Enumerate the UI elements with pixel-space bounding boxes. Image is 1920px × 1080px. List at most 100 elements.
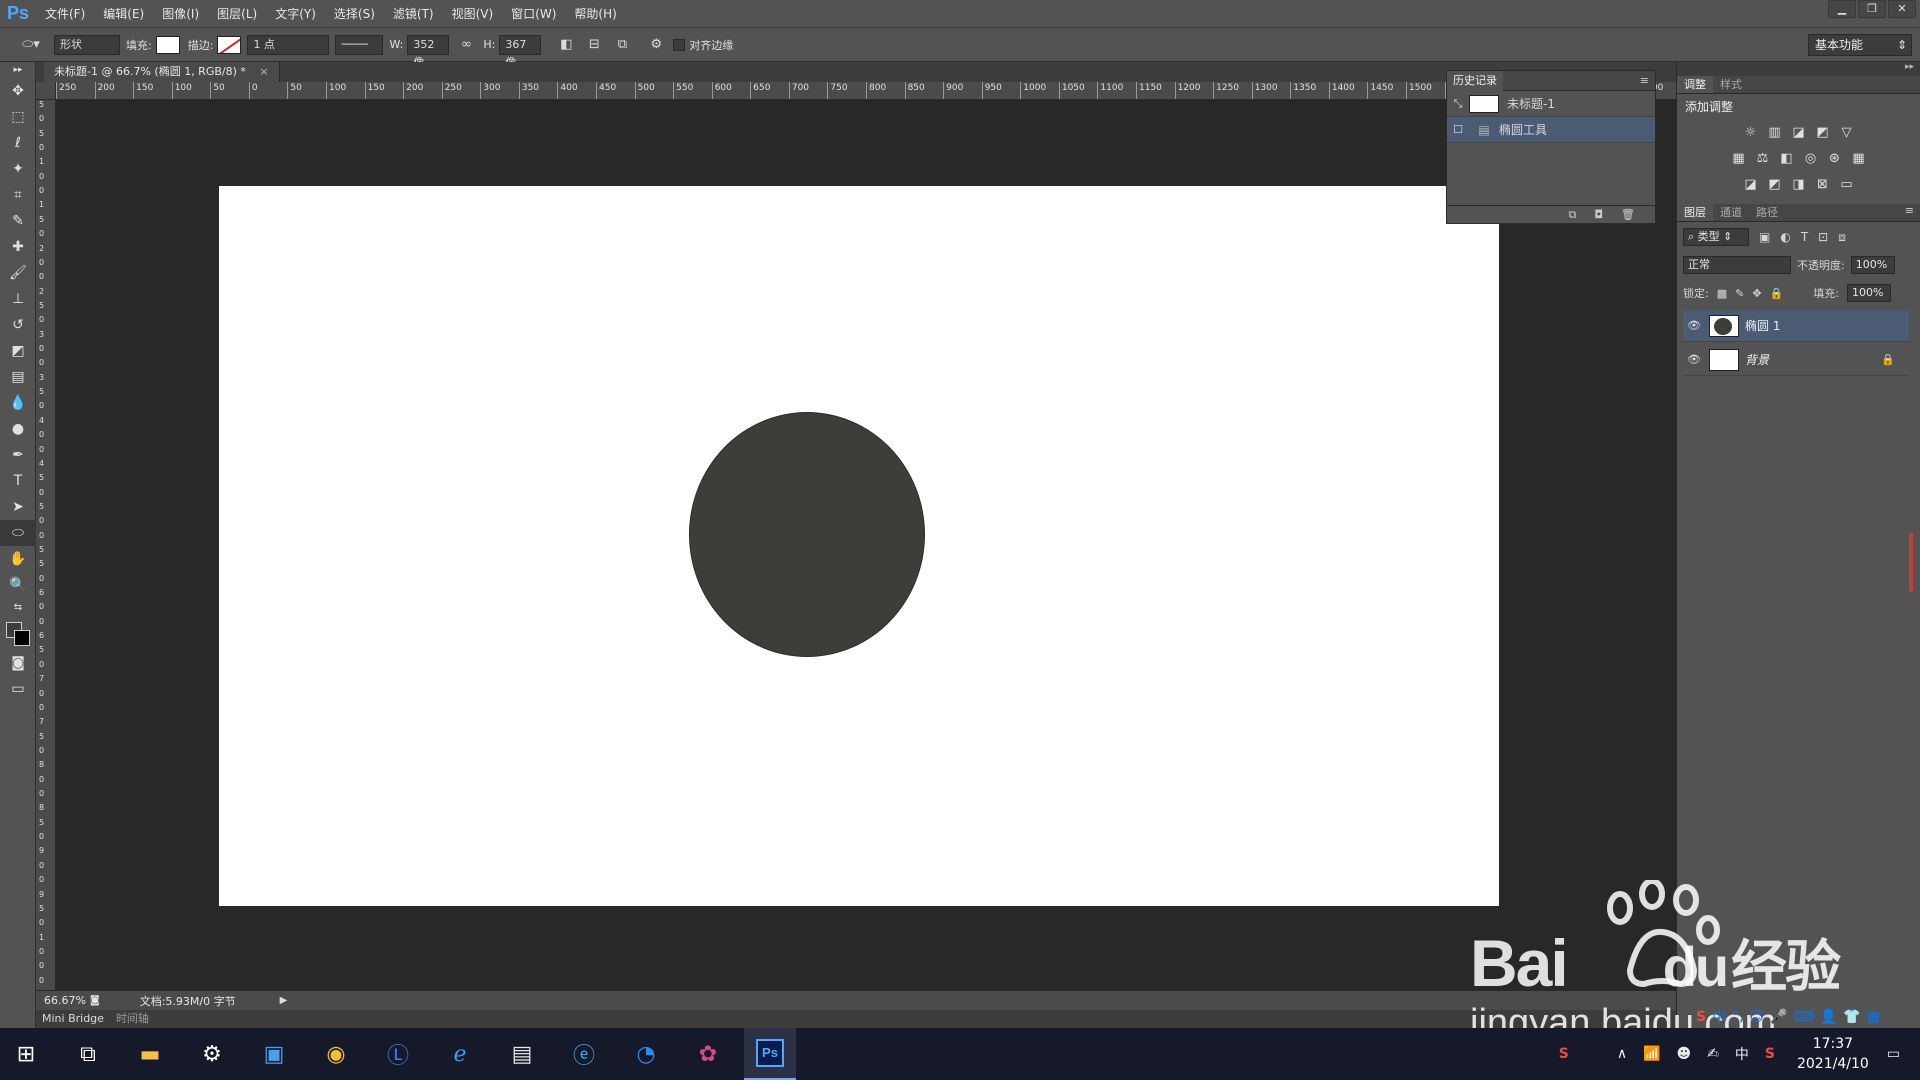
tab-timeline[interactable]: 时间轴	[110, 1010, 155, 1028]
eraser-tool-icon[interactable]: ◩	[0, 338, 36, 364]
align-edges-checkbox[interactable]	[673, 38, 686, 51]
tab-mini-bridge[interactable]: Mini Bridge	[36, 1010, 110, 1028]
filter-shape-icon[interactable]: ⊡	[1818, 230, 1828, 244]
filter-type-icon[interactable]: T	[1801, 230, 1808, 244]
clock[interactable]: 17:37 2021/4/10	[1797, 1034, 1869, 1074]
sogou-input-icon[interactable]: S	[1765, 1046, 1775, 1062]
l-app-icon[interactable]: Ⓛ	[372, 1028, 424, 1080]
pen-icon[interactable]: ✍	[1707, 1046, 1719, 1062]
chrome-icon[interactable]: ◉	[310, 1028, 362, 1080]
menu-select[interactable]: 选择(S)	[325, 0, 384, 28]
tab-styles[interactable]: 样式	[1713, 76, 1749, 93]
layer-filter-select[interactable]: ⌕ 类型 ⇕	[1683, 228, 1749, 246]
ellipse-tool-preset-icon[interactable]: ⬭▾	[14, 34, 48, 56]
opacity-input[interactable]: 100%	[1850, 256, 1895, 274]
tab-layers[interactable]: 图层	[1677, 204, 1713, 221]
close-icon[interactable]: ×	[259, 65, 268, 78]
store-icon[interactable]: ▤	[496, 1028, 548, 1080]
levels-icon[interactable]: ▥	[1767, 125, 1783, 140]
path-alignment-icon[interactable]: ⊟	[583, 34, 605, 56]
baidu-netdisk-icon[interactable]: ✿	[682, 1028, 734, 1080]
path-selection-tool-icon[interactable]: ➤	[0, 494, 36, 520]
ime-punctuation-icon[interactable]: °,	[1732, 1009, 1743, 1025]
selective-color-icon[interactable]: ⊠	[1815, 177, 1831, 192]
layer-row-background[interactable]: 👁 背景 🔒	[1683, 344, 1909, 376]
vertical-ruler[interactable]: 5 0 5 0 1 0 0 1 5 0 2 0 0 2 5 0 3 0 0 3 5 0 4 0 0 4 5 0 5 0 0 5 5 0 6 0 0 6 5 0…	[36, 100, 56, 990]
lock-all-icon[interactable]: 🔒	[1770, 287, 1784, 300]
ellipse-shape[interactable]	[689, 412, 925, 657]
black-white-icon[interactable]: ◧	[1779, 151, 1795, 166]
sogou-s-icon[interactable]: S	[1696, 1009, 1706, 1025]
link-icon[interactable]: ∞	[455, 34, 477, 56]
horizontal-ruler[interactable]: 250 200 150 100 50 0 50 100 150 200 250 300 350 400 45…	[56, 82, 1676, 100]
invert-icon[interactable]: ◪	[1743, 177, 1759, 192]
move-tool-icon[interactable]: ✥	[0, 78, 36, 104]
vibrance-icon[interactable]: ▽	[1839, 125, 1855, 140]
menu-edit[interactable]: 编辑(E)	[94, 0, 153, 28]
stroke-swatch[interactable]	[217, 35, 242, 54]
type-tool-icon[interactable]: T	[0, 468, 36, 494]
gradient-map-icon[interactable]: ▭	[1839, 177, 1855, 192]
lasso-tool-icon[interactable]: ℓ	[0, 130, 36, 156]
menu-file[interactable]: 文件(F)	[36, 0, 94, 28]
clone-stamp-tool-icon[interactable]: ⊥	[0, 286, 36, 312]
posterize-icon[interactable]: ◩	[1767, 177, 1783, 192]
ime-skin-icon[interactable]: 👕	[1843, 1009, 1860, 1025]
lock-position-icon[interactable]: ✥	[1752, 287, 1761, 300]
ime-emoji-icon[interactable]: ☺	[1750, 1009, 1765, 1025]
photos-icon[interactable]: ▣	[248, 1028, 300, 1080]
workspace-select[interactable]: 基本功能 ⇕	[1808, 34, 1912, 56]
filter-adjustment-icon[interactable]: ◐	[1780, 230, 1790, 244]
qq-browser-icon[interactable]: ◔	[620, 1028, 672, 1080]
path-operations-icon[interactable]: ◧	[555, 34, 577, 56]
stroke-width-select[interactable]: 1 点	[247, 34, 330, 55]
zoom-level[interactable]: 66.67%	[36, 994, 86, 1007]
close-button[interactable]: ✕	[1888, 0, 1916, 18]
dock-collapse-icon[interactable]: ▸▸	[1677, 62, 1920, 76]
status-menu-arrow-icon[interactable]: ▶	[280, 995, 288, 1006]
file-explorer-icon[interactable]: ▬	[124, 1028, 176, 1080]
camera-icon[interactable]: ◘	[1594, 208, 1603, 221]
swap-colors-icon[interactable]: ⇆	[0, 598, 36, 618]
zoom-tool-icon[interactable]: 🔍	[0, 572, 36, 598]
ime-keyboard-icon[interactable]: ⌨	[1794, 1009, 1814, 1025]
status-proof-icon[interactable]: ◙	[90, 995, 100, 1006]
blend-mode-select[interactable]: 正常	[1683, 256, 1791, 274]
curves-icon[interactable]: ◪	[1791, 125, 1807, 140]
menu-help[interactable]: 帮助(H)	[565, 0, 625, 28]
windows-start-icon[interactable]: ⊞	[0, 1028, 52, 1080]
eye-icon[interactable]: 👁	[1683, 319, 1705, 332]
restore-button[interactable]: ❐	[1858, 0, 1886, 18]
history-item-snapshot[interactable]: ⤡ 未标题-1	[1447, 91, 1655, 117]
panel-menu-icon[interactable]: ≡	[1905, 204, 1914, 221]
ruler-origin[interactable]	[36, 82, 56, 100]
minimize-button[interactable]: ▁	[1828, 0, 1856, 18]
trash-icon[interactable]: 🗑	[1621, 208, 1635, 221]
menu-image[interactable]: 图像(I)	[153, 0, 208, 28]
crop-tool-icon[interactable]: ⌗	[0, 182, 36, 208]
color-swatches[interactable]	[0, 618, 36, 650]
fill-input[interactable]: 100%	[1846, 284, 1891, 302]
collapse-icon[interactable]: ▸▸	[0, 62, 36, 78]
menu-filter[interactable]: 滤镜(T)	[384, 0, 443, 28]
filter-smart-object-icon[interactable]: ⧈	[1838, 230, 1846, 245]
eye-icon[interactable]: 👁	[1683, 353, 1705, 366]
history-item-step[interactable]: ☐ ▤ 椭圆工具	[1447, 117, 1655, 143]
new-document-from-state-icon[interactable]: ⧉	[1568, 208, 1576, 222]
brush-tool-icon[interactable]: 🖌	[0, 260, 36, 286]
notification-icon[interactable]: ▭	[1887, 1046, 1900, 1062]
width-input[interactable]: 352 像	[407, 34, 450, 69]
menu-view[interactable]: 视图(V)	[443, 0, 503, 28]
ime-toolbox-icon[interactable]: ▦	[1867, 1009, 1880, 1025]
history-brush-tool-icon[interactable]: ↺	[0, 312, 36, 338]
document-tab[interactable]: 未标题-1 @ 66.7% (椭圆 1, RGB/8) * ×	[44, 62, 280, 82]
layer-row-ellipse[interactable]: 👁 椭圆 1	[1683, 310, 1909, 342]
ime-user-icon[interactable]: 👤	[1820, 1009, 1837, 1025]
ime-voice-icon[interactable]: 🎤	[1770, 1009, 1787, 1025]
gear-icon[interactable]: ⚙	[645, 34, 667, 56]
canvas-area[interactable]	[56, 100, 1676, 990]
quick-mask-icon[interactable]: ◙	[0, 650, 36, 676]
magic-wand-tool-icon[interactable]: ✦	[0, 156, 36, 182]
gradient-tool-icon[interactable]: ▤	[0, 364, 36, 390]
tab-channels[interactable]: 通道	[1713, 204, 1749, 221]
